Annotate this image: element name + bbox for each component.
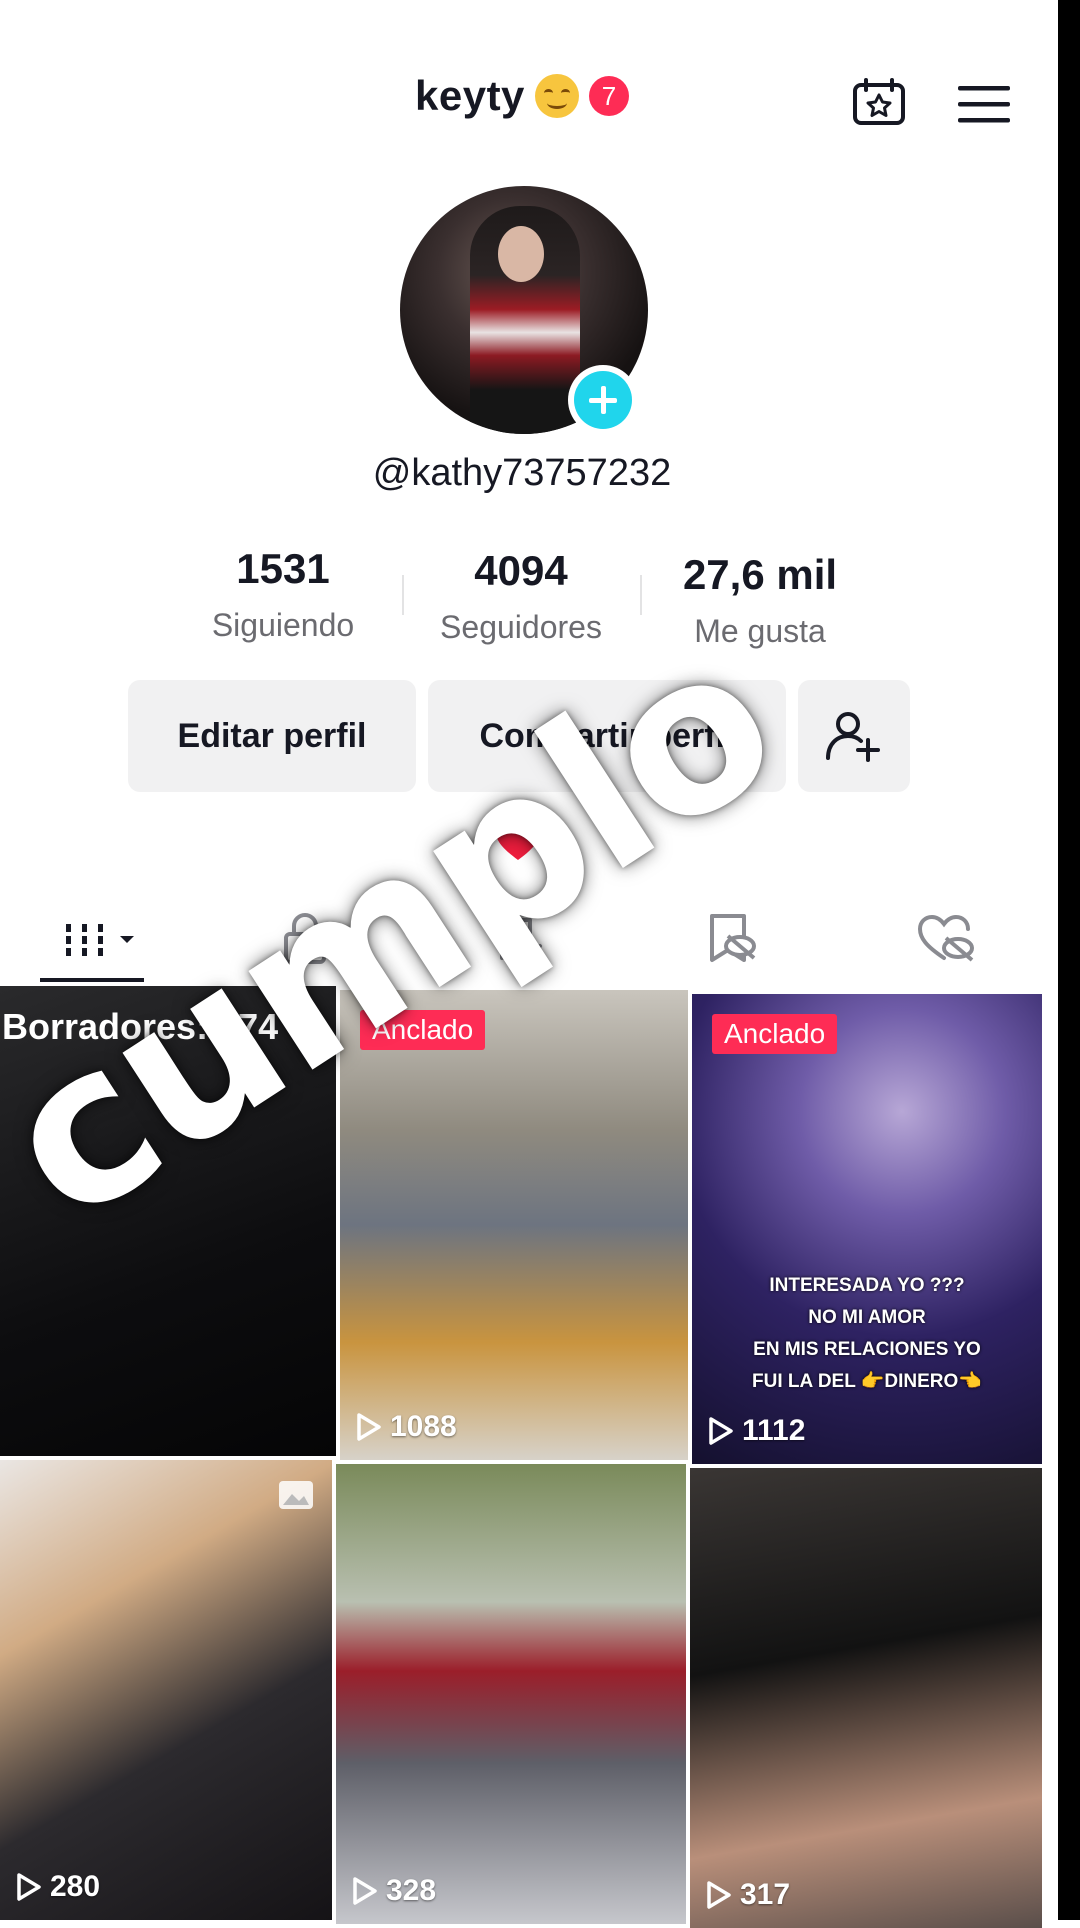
- smiling-emoji-icon: [534, 74, 579, 118]
- video-tile[interactable]: 328: [336, 1464, 686, 1924]
- stat-following[interactable]: 1531 Siguiendo: [173, 545, 393, 644]
- view-count: 328: [352, 1874, 436, 1908]
- followers-count: 4094: [474, 547, 568, 594]
- view-count: 280: [16, 1870, 100, 1904]
- likes-count: 27,6 mil: [682, 551, 838, 598]
- stat-followers[interactable]: 4094 Seguidores: [411, 547, 631, 646]
- add-friends-button[interactable]: [798, 680, 910, 792]
- view-count: 1112: [708, 1414, 805, 1448]
- following-count: 1531: [236, 545, 330, 592]
- view-count: 317: [706, 1878, 790, 1912]
- username: @kathy73757232: [372, 452, 672, 494]
- add-user-icon: [826, 712, 880, 762]
- plus-icon: [574, 371, 632, 429]
- account-switcher[interactable]: keyty 7: [415, 72, 629, 120]
- video-tile[interactable]: 317: [690, 1468, 1042, 1928]
- calendar-star-icon[interactable]: [852, 78, 906, 126]
- profile-name: keyty: [415, 72, 525, 119]
- play-icon: [707, 1881, 731, 1909]
- play-icon: [709, 1417, 733, 1445]
- screen-edge: [1058, 0, 1080, 1920]
- liked-hidden-icon[interactable]: [916, 910, 976, 966]
- view-count: 1088: [356, 1410, 457, 1444]
- pinned-badge: Anclado: [712, 1014, 838, 1054]
- notification-badge: 7: [588, 76, 629, 116]
- play-icon: [357, 1413, 381, 1441]
- video-caption: INTERESADA YO ??? NO MI AMOR EN MIS RELA…: [752, 1275, 982, 1392]
- followers-label: Seguidores: [440, 609, 602, 645]
- menu-icon[interactable]: [958, 84, 1010, 124]
- favorites-hidden-icon[interactable]: [704, 910, 760, 966]
- video-tile[interactable]: 280: [0, 1460, 332, 1920]
- profile-header: keyty 7: [0, 60, 1058, 140]
- video-tile[interactable]: Anclado INTERESADA YO ??? NO MI AMOR EN …: [692, 994, 1042, 1464]
- following-label: Siguiendo: [211, 607, 355, 643]
- play-icon: [17, 1873, 41, 1901]
- play-icon: [353, 1877, 377, 1905]
- photo-icon: [279, 1481, 313, 1509]
- edit-profile-button[interactable]: Editar perfil: [128, 680, 416, 792]
- add-story-button[interactable]: [568, 365, 638, 435]
